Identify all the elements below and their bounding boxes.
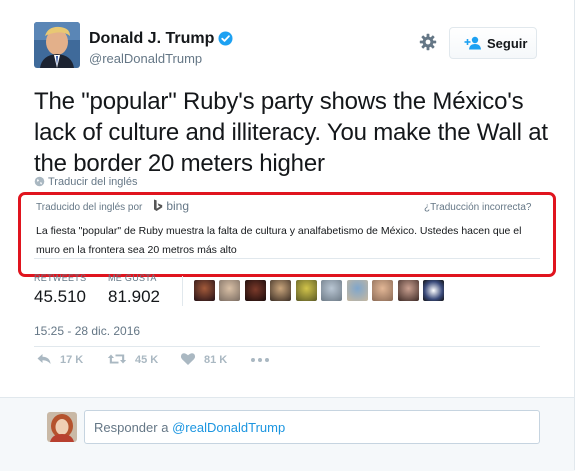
like-action[interactable]: 81 K xyxy=(180,351,230,369)
liker-avatar[interactable] xyxy=(194,280,215,301)
heart-icon xyxy=(180,353,196,365)
author-handle[interactable]: @realDonaldTrump xyxy=(89,51,202,66)
retweets-label: RETWEETS xyxy=(34,273,87,283)
retweet-action[interactable]: 45 K xyxy=(107,351,163,369)
verified-badge-icon xyxy=(218,31,233,46)
author-name[interactable]: Donald J. Trump xyxy=(89,30,214,48)
liker-avatar[interactable] xyxy=(398,280,419,301)
reply-action[interactable]: 17 K xyxy=(36,351,86,369)
liker-avatar[interactable] xyxy=(270,280,291,301)
follow-button[interactable]: Seguir xyxy=(449,27,537,59)
globe-icon xyxy=(34,176,45,187)
add-user-icon xyxy=(464,36,481,50)
tweet-timestamp[interactable]: 15:25 - 28 dic. 2016 xyxy=(34,324,140,338)
author-avatar[interactable] xyxy=(34,22,80,68)
reply-mention: @realDonaldTrump xyxy=(172,420,286,435)
reply-input[interactable]: Responder a @realDonaldTrump xyxy=(84,410,540,444)
likes-label: ME GUSTA xyxy=(108,273,157,283)
liker-avatar[interactable] xyxy=(296,280,317,301)
retweet-icon xyxy=(107,354,127,364)
liker-avatar[interactable] xyxy=(372,280,393,301)
more-action[interactable] xyxy=(250,351,270,369)
translate-link[interactable]: Traducir del inglés xyxy=(34,176,137,188)
actions-divider xyxy=(34,346,540,347)
like-count: 81 K xyxy=(204,354,228,366)
reply-prefix: Responder a xyxy=(94,420,169,435)
more-icon xyxy=(251,358,269,362)
stats-separator xyxy=(182,276,183,306)
liker-avatar[interactable] xyxy=(347,280,368,301)
translate-link-label: Traducir del inglés xyxy=(48,176,138,188)
tweet-card: Donald J. Trump @realDonaldTrump Seguir … xyxy=(0,0,575,471)
reply-icon xyxy=(37,354,51,364)
reply-count: 17 K xyxy=(60,354,84,366)
retweet-count: 45 K xyxy=(135,354,159,366)
likes-count[interactable]: 81.902 xyxy=(108,287,160,307)
liker-avatar[interactable] xyxy=(245,280,266,301)
user-avatar xyxy=(47,412,77,442)
liker-avatar[interactable] xyxy=(219,280,240,301)
gear-icon[interactable] xyxy=(419,33,437,51)
tweet-text: The "popular" Ruby's party shows the Méx… xyxy=(34,88,548,177)
retweets-count[interactable]: 45.510 xyxy=(34,287,86,307)
follow-label: Seguir xyxy=(487,36,528,51)
liker-avatar[interactable] xyxy=(423,280,444,301)
highlight-box xyxy=(18,192,556,277)
liker-avatar[interactable] xyxy=(321,280,342,301)
